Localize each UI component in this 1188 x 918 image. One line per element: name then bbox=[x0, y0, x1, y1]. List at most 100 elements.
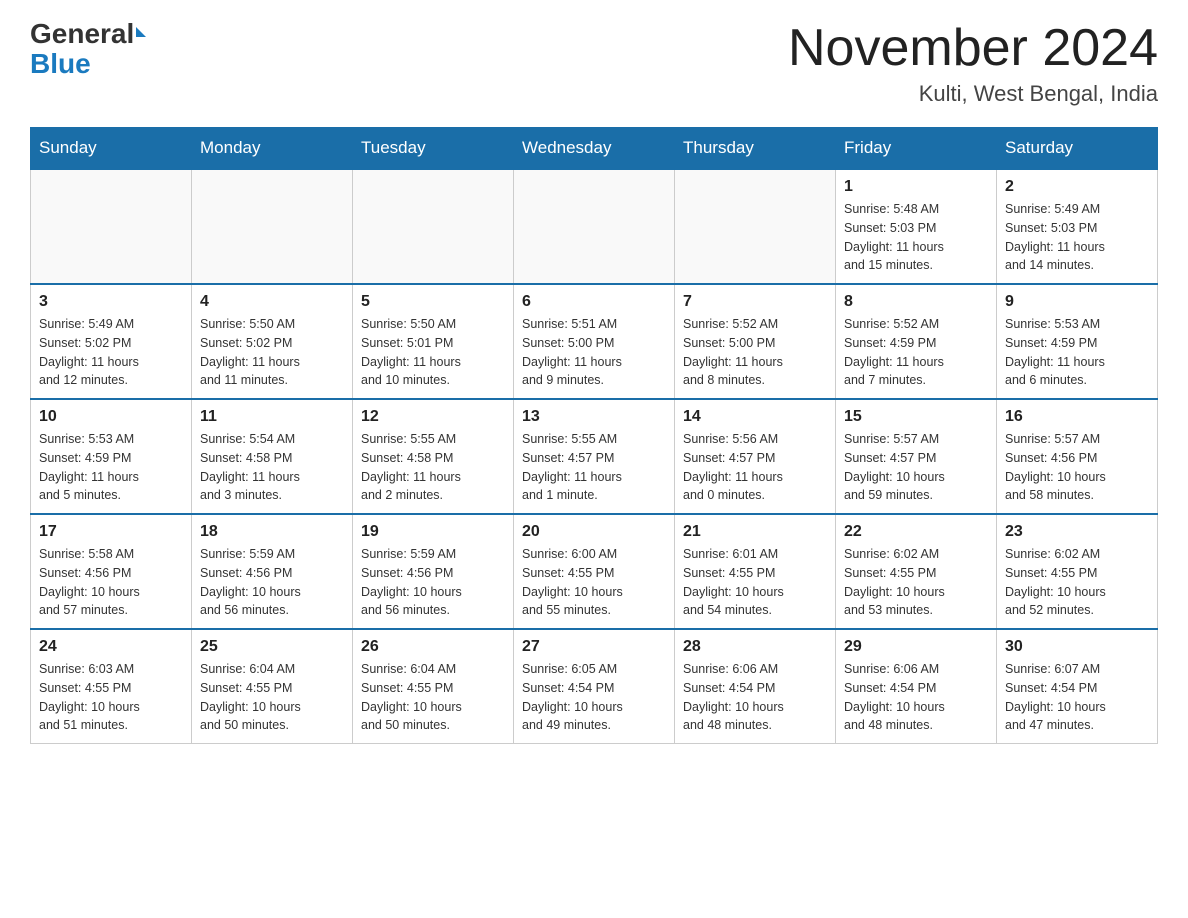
day-number: 19 bbox=[361, 523, 505, 541]
calendar-title-area: November 2024 Kulti, West Bengal, India bbox=[788, 20, 1158, 107]
calendar-cell: 27 Sunrise: 6:05 AMSunset: 4:54 PMDayligh… bbox=[514, 629, 675, 744]
day-info: Sunrise: 5:59 AMSunset: 4:56 PMDaylight:… bbox=[361, 545, 505, 620]
calendar-cell: 14Sunrise: 5:56 AMSunset: 4:57 PMDayligh… bbox=[675, 399, 836, 514]
day-info: Sunrise: 5:52 AMSunset: 5:00 PMDaylight:… bbox=[683, 315, 827, 390]
week-row-5: 24 Sunrise: 6:03 AMSunset: 4:55 PMDayligh… bbox=[31, 629, 1158, 744]
week-row-4: 17Sunrise: 5:58 AMSunset: 4:56 PMDayligh… bbox=[31, 514, 1158, 629]
calendar-header: SundayMondayTuesdayWednesdayThursdayFrid… bbox=[31, 128, 1158, 170]
calendar-table: SundayMondayTuesdayWednesdayThursdayFrid… bbox=[30, 127, 1158, 744]
day-info: Sunrise: 5:58 AMSunset: 4:56 PMDaylight:… bbox=[39, 545, 183, 620]
day-info: Sunrise: 5:59 AMSunset: 4:56 PMDaylight:… bbox=[200, 545, 344, 620]
calendar-cell: 3 Sunrise: 5:49 AMSunset: 5:02 PMDaylight… bbox=[31, 284, 192, 399]
day-info: Sunrise: 5:57 AMSunset: 4:57 PMDaylight:… bbox=[844, 430, 988, 505]
calendar-subtitle: Kulti, West Bengal, India bbox=[788, 81, 1158, 107]
calendar-cell: 26 Sunrise: 6:04 AMSunset: 4:55 PMDayligh… bbox=[353, 629, 514, 744]
day-number: 14 bbox=[683, 408, 827, 426]
calendar-cell: 7 Sunrise: 5:52 AMSunset: 5:00 PMDaylight… bbox=[675, 284, 836, 399]
day-number: 29 bbox=[844, 638, 988, 656]
day-info: Sunrise: 6:03 AMSunset: 4:55 PMDaylight:… bbox=[39, 660, 183, 735]
calendar-cell: 29 Sunrise: 6:06 AMSunset: 4:54 PMDayligh… bbox=[836, 629, 997, 744]
header-saturday: Saturday bbox=[997, 128, 1158, 170]
calendar-cell: 30 Sunrise: 6:07 AMSunset: 4:54 PMDayligh… bbox=[997, 629, 1158, 744]
logo-general-text: General bbox=[30, 18, 146, 49]
calendar-cell: 16 Sunrise: 5:57 AMSunset: 4:56 PMDayligh… bbox=[997, 399, 1158, 514]
day-number: 22 bbox=[844, 523, 988, 541]
calendar-body: 1 Sunrise: 5:48 AMSunset: 5:03 PMDaylight… bbox=[31, 169, 1158, 744]
day-number: 15 bbox=[844, 408, 988, 426]
day-number: 13 bbox=[522, 408, 666, 426]
day-number: 7 bbox=[683, 293, 827, 311]
calendar-title: November 2024 bbox=[788, 20, 1158, 77]
day-info: Sunrise: 6:07 AMSunset: 4:54 PMDaylight:… bbox=[1005, 660, 1149, 735]
day-info: Sunrise: 5:49 AMSunset: 5:03 PMDaylight:… bbox=[1005, 200, 1149, 275]
week-row-2: 3 Sunrise: 5:49 AMSunset: 5:02 PMDaylight… bbox=[31, 284, 1158, 399]
day-number: 23 bbox=[1005, 523, 1149, 541]
day-info: Sunrise: 6:01 AMSunset: 4:55 PMDaylight:… bbox=[683, 545, 827, 620]
calendar-cell bbox=[514, 169, 675, 284]
day-info: Sunrise: 5:53 AMSunset: 4:59 PMDaylight:… bbox=[39, 430, 183, 505]
calendar-cell: 9Sunrise: 5:53 AMSunset: 4:59 PMDaylight… bbox=[997, 284, 1158, 399]
calendar-cell: 12 Sunrise: 5:55 AMSunset: 4:58 PMDayligh… bbox=[353, 399, 514, 514]
calendar-cell: 15 Sunrise: 5:57 AMSunset: 4:57 PMDayligh… bbox=[836, 399, 997, 514]
calendar-cell bbox=[31, 169, 192, 284]
day-number: 25 bbox=[200, 638, 344, 656]
calendar-cell: 24 Sunrise: 6:03 AMSunset: 4:55 PMDayligh… bbox=[31, 629, 192, 744]
day-number: 2 bbox=[1005, 178, 1149, 196]
page-header: General Blue November 2024 Kulti, West B… bbox=[30, 20, 1158, 107]
day-number: 26 bbox=[361, 638, 505, 656]
logo-blue-text: Blue bbox=[30, 48, 91, 79]
day-info: Sunrise: 5:50 AMSunset: 5:02 PMDaylight:… bbox=[200, 315, 344, 390]
logo-triangle-icon bbox=[136, 27, 146, 37]
day-number: 6 bbox=[522, 293, 666, 311]
calendar-cell: 1 Sunrise: 5:48 AMSunset: 5:03 PMDaylight… bbox=[836, 169, 997, 284]
day-number: 4 bbox=[200, 293, 344, 311]
day-number: 24 bbox=[39, 638, 183, 656]
calendar-cell: 10Sunrise: 5:53 AMSunset: 4:59 PMDayligh… bbox=[31, 399, 192, 514]
logo-blue-line: Blue bbox=[30, 48, 91, 80]
day-number: 18 bbox=[200, 523, 344, 541]
day-number: 27 bbox=[522, 638, 666, 656]
calendar-cell: 23 Sunrise: 6:02 AMSunset: 4:55 PMDayligh… bbox=[997, 514, 1158, 629]
day-info: Sunrise: 5:49 AMSunset: 5:02 PMDaylight:… bbox=[39, 315, 183, 390]
day-info: Sunrise: 6:04 AMSunset: 4:55 PMDaylight:… bbox=[361, 660, 505, 735]
calendar-cell: 5 Sunrise: 5:50 AMSunset: 5:01 PMDaylight… bbox=[353, 284, 514, 399]
day-number: 3 bbox=[39, 293, 183, 311]
day-info: Sunrise: 6:04 AMSunset: 4:55 PMDaylight:… bbox=[200, 660, 344, 735]
day-number: 21 bbox=[683, 523, 827, 541]
calendar-cell: 8 Sunrise: 5:52 AMSunset: 4:59 PMDaylight… bbox=[836, 284, 997, 399]
logo: General Blue bbox=[30, 20, 146, 80]
day-info: Sunrise: 5:57 AMSunset: 4:56 PMDaylight:… bbox=[1005, 430, 1149, 505]
calendar-cell: 4 Sunrise: 5:50 AMSunset: 5:02 PMDaylight… bbox=[192, 284, 353, 399]
day-info: Sunrise: 6:05 AMSunset: 4:54 PMDaylight:… bbox=[522, 660, 666, 735]
day-number: 12 bbox=[361, 408, 505, 426]
day-info: Sunrise: 6:00 AMSunset: 4:55 PMDaylight:… bbox=[522, 545, 666, 620]
day-number: 9 bbox=[1005, 293, 1149, 311]
day-number: 1 bbox=[844, 178, 988, 196]
calendar-cell: 21 Sunrise: 6:01 AMSunset: 4:55 PMDayligh… bbox=[675, 514, 836, 629]
day-number: 11 bbox=[200, 408, 344, 426]
day-number: 8 bbox=[844, 293, 988, 311]
day-number: 20 bbox=[522, 523, 666, 541]
header-monday: Monday bbox=[192, 128, 353, 170]
day-info: Sunrise: 5:50 AMSunset: 5:01 PMDaylight:… bbox=[361, 315, 505, 390]
calendar-cell: 28Sunrise: 6:06 AMSunset: 4:54 PMDayligh… bbox=[675, 629, 836, 744]
week-row-3: 10Sunrise: 5:53 AMSunset: 4:59 PMDayligh… bbox=[31, 399, 1158, 514]
calendar-cell bbox=[353, 169, 514, 284]
day-info: Sunrise: 6:02 AMSunset: 4:55 PMDaylight:… bbox=[1005, 545, 1149, 620]
day-number: 5 bbox=[361, 293, 505, 311]
header-tuesday: Tuesday bbox=[353, 128, 514, 170]
calendar-cell: 20 Sunrise: 6:00 AMSunset: 4:55 PMDayligh… bbox=[514, 514, 675, 629]
day-info: Sunrise: 6:02 AMSunset: 4:55 PMDaylight:… bbox=[844, 545, 988, 620]
day-info: Sunrise: 6:06 AMSunset: 4:54 PMDaylight:… bbox=[844, 660, 988, 735]
header-thursday: Thursday bbox=[675, 128, 836, 170]
day-info: Sunrise: 5:48 AMSunset: 5:03 PMDaylight:… bbox=[844, 200, 988, 275]
calendar-cell: 17Sunrise: 5:58 AMSunset: 4:56 PMDayligh… bbox=[31, 514, 192, 629]
day-number: 16 bbox=[1005, 408, 1149, 426]
day-number: 30 bbox=[1005, 638, 1149, 656]
day-info: Sunrise: 5:52 AMSunset: 4:59 PMDaylight:… bbox=[844, 315, 988, 390]
calendar-cell bbox=[675, 169, 836, 284]
day-info: Sunrise: 5:55 AMSunset: 4:58 PMDaylight:… bbox=[361, 430, 505, 505]
day-info: Sunrise: 5:54 AMSunset: 4:58 PMDaylight:… bbox=[200, 430, 344, 505]
days-of-week-row: SundayMondayTuesdayWednesdayThursdayFrid… bbox=[31, 128, 1158, 170]
week-row-1: 1 Sunrise: 5:48 AMSunset: 5:03 PMDaylight… bbox=[31, 169, 1158, 284]
